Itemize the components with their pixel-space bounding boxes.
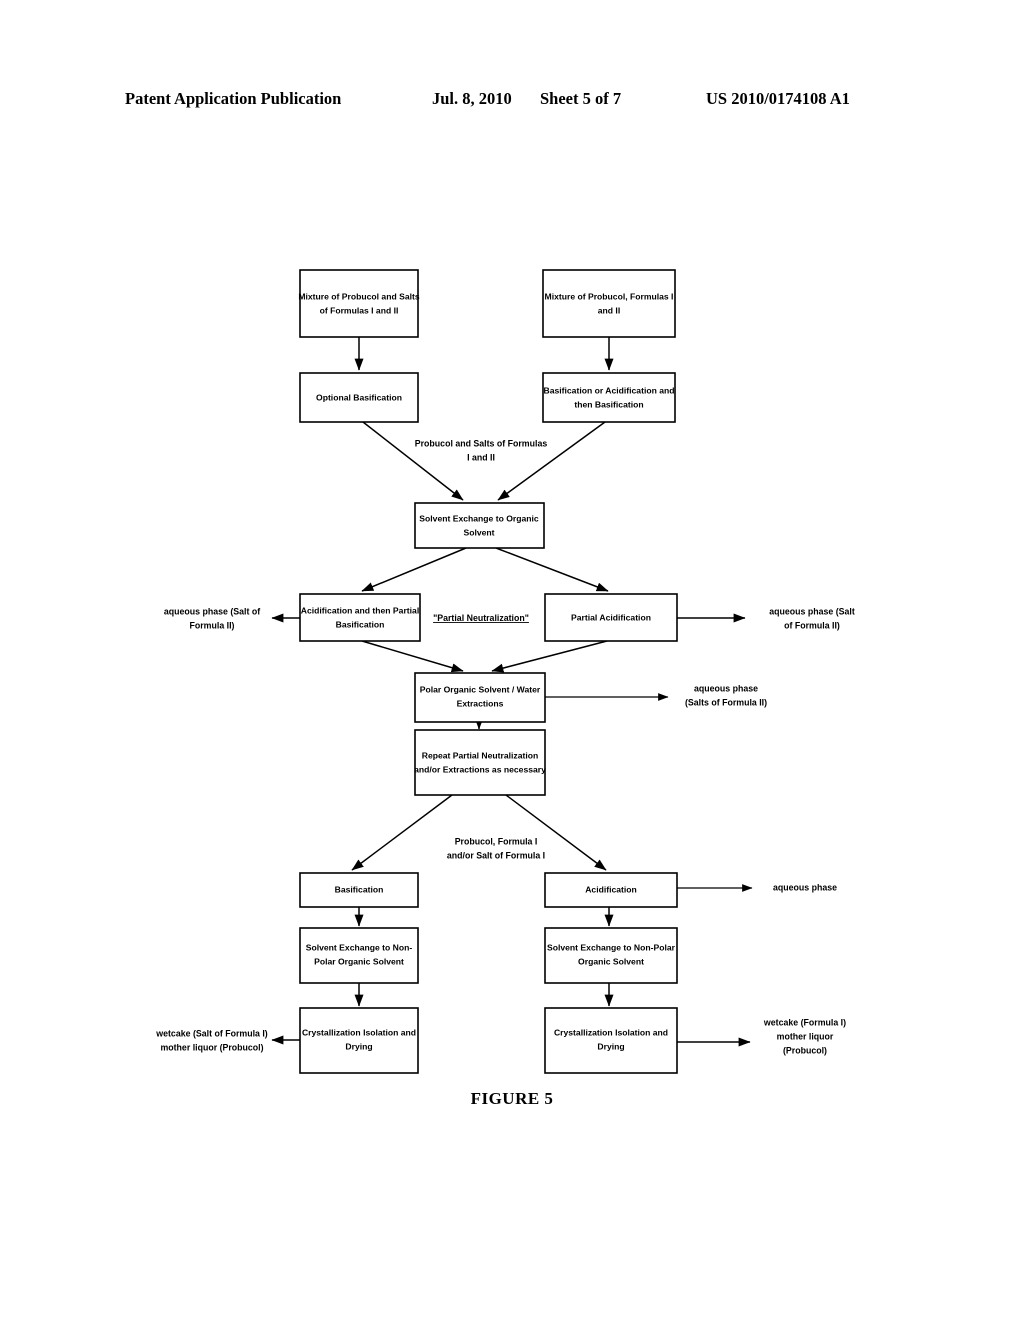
node-solvent-exchange-organic-line1: Solvent Exchange to Organic <box>419 513 539 523</box>
node-mixture-probucol-formulas-line1: Mixture of Probucol, Formulas I <box>545 291 674 301</box>
node-crystallization-left-line1: Crystallization Isolation and <box>302 1027 416 1037</box>
node-mixture-probucol-salts-line2: of Formulas I and II <box>320 305 399 315</box>
side-label-wetcake-left-line1: wetcake (Salt of Formula I) <box>155 1028 268 1038</box>
side-label-aqueous-phase-left: aqueous phase (Salt of Formula II) <box>164 606 260 630</box>
node-solvent-exchange-organic-line2: Solvent <box>463 527 494 537</box>
edge-label-probucol-formula-line1: Probucol, Formula I <box>455 836 538 846</box>
node-solvent-exchange-nonpolar-left-line1: Solvent Exchange to Non- <box>306 942 413 952</box>
side-label-wetcake-left-line2: mother liquor (Probucol) <box>160 1042 263 1052</box>
node-solvent-exchange-nonpolar-right-line2: Organic Solvent <box>578 956 644 966</box>
side-label-aqueous-right-line1: aqueous phase (Salt <box>769 606 855 616</box>
connector-partial-acidification-to-extractions <box>491 640 608 673</box>
node-crystallization-right[interactable]: Crystallization Isolation and Drying <box>544 1007 678 1074</box>
node-acidification-partial-line1: Acidification and then Partial <box>301 605 419 615</box>
node-optional-basification-label: Optional Basification <box>316 392 402 402</box>
side-label-wetcake-left: wetcake (Salt of Formula I) mother liquo… <box>155 1028 268 1052</box>
node-acidification-partial-line2: Basification <box>336 619 385 629</box>
node-extractions-line2: Extractions <box>457 698 504 708</box>
node-mixture-probucol-formulas[interactable]: Mixture of Probucol, Formulas I and II <box>542 269 676 338</box>
node-mixture-probucol-salts-line1: Mixture of Probucol and Salts <box>298 291 420 301</box>
node-solvent-exchange-nonpolar-right-line1: Solvent Exchange to Non-Polar <box>547 942 676 952</box>
edge-label-probucol-salts-line1: Probucol and Salts of Formulas <box>415 438 548 448</box>
node-crystallization-left[interactable]: Crystallization Isolation and Drying <box>299 1007 419 1074</box>
node-repeat-line2: and/or Extractions as necessary <box>414 764 546 774</box>
side-label-aqueous-phase-extractions: aqueous phase (Salts of Formula II) <box>685 683 767 707</box>
side-label-aqueous-extraction-line1: aqueous phase <box>694 683 758 693</box>
connector-basification-acidification-to-solvent-exchange <box>497 421 606 501</box>
node-mixture-probucol-salts[interactable]: Mixture of Probucol and Salts of Formula… <box>298 269 420 338</box>
side-label-wetcake-right: wetcake (Formula I) mother liquor (Probu… <box>763 1017 846 1055</box>
node-crystallization-right-line2: Drying <box>597 1041 624 1051</box>
edge-label-probucol-formula-line2: and/or Salt of Formula I <box>447 850 545 860</box>
node-repeat-line1: Repeat Partial Neutralization <box>422 750 539 760</box>
node-mixture-probucol-formulas-line2: and II <box>598 305 620 315</box>
node-partial-acidification[interactable]: Partial Acidification <box>544 593 678 642</box>
node-acidification[interactable]: Acidification <box>544 872 678 908</box>
node-extractions-line1: Polar Organic Solvent / Water <box>420 684 541 694</box>
connector-solvent-exchange-to-partial-acidification <box>495 547 609 592</box>
side-label-aqueous-left-line2: Formula II) <box>190 620 235 630</box>
edge-label-probucol-formula: Probucol, Formula I and/or Salt of Formu… <box>447 836 545 860</box>
node-polar-organic-water-extractions[interactable]: Polar Organic Solvent / Water Extraction… <box>414 672 546 723</box>
side-label-wetcake-right-line1: wetcake (Formula I) <box>763 1017 846 1027</box>
node-repeat-partial-neutralization[interactable]: Repeat Partial Neutralization and/or Ext… <box>414 729 546 796</box>
connector-acidification-partial-to-extractions <box>361 640 464 673</box>
flowchart-diagram: Mixture of Probucol and Salts of Formula… <box>155 269 855 1074</box>
edge-label-probucol-salts-formulas: Probucol and Salts of Formulas I and II <box>415 438 548 462</box>
edge-label-probucol-salts-line2: I and II <box>467 452 495 462</box>
side-label-aqueous-left-line1: aqueous phase (Salt of <box>164 606 260 616</box>
connector-repeat-to-basification <box>351 794 453 871</box>
node-basification-or-acidification-line2: then Basification <box>574 399 643 409</box>
node-crystallization-right-line1: Crystallization Isolation and <box>554 1027 668 1037</box>
node-basification[interactable]: Basification <box>299 872 419 908</box>
node-basification-or-acidification[interactable]: Basification or Acidification and then B… <box>542 372 676 423</box>
patent-page: Patent Application Publication Jul. 8, 2… <box>0 0 1024 1320</box>
node-acidification-then-partial-basification[interactable]: Acidification and then Partial Basificat… <box>299 593 421 642</box>
node-solvent-exchange-nonpolar-left[interactable]: Solvent Exchange to Non- Polar Organic S… <box>299 927 419 984</box>
edge-label-partial-neutralization: "Partial Neutralization" <box>433 613 529 623</box>
node-optional-basification[interactable]: Optional Basification <box>299 372 419 423</box>
side-label-aqueous-phase-right: aqueous phase (Salt of Formula II) <box>769 606 855 630</box>
node-basification-label: Basification <box>335 884 384 894</box>
side-label-wetcake-right-line2: mother liquor <box>777 1031 834 1041</box>
connector-optional-basification-to-solvent-exchange <box>362 421 464 501</box>
node-basification-or-acidification-line1: Basification or Acidification and <box>544 385 675 395</box>
node-solvent-exchange-nonpolar-right[interactable]: Solvent Exchange to Non-Polar Organic So… <box>544 927 678 984</box>
node-crystallization-left-line2: Drying <box>345 1041 372 1051</box>
node-solvent-exchange-organic[interactable]: Solvent Exchange to Organic Solvent <box>414 502 545 549</box>
connector-solvent-exchange-to-acidification-partial <box>361 547 467 592</box>
side-label-aqueous-extraction-line2: (Salts of Formula II) <box>685 697 767 707</box>
side-label-aqueous-right-line2: of Formula II) <box>784 620 840 630</box>
side-label-wetcake-right-line3: (Probucol) <box>783 1045 827 1055</box>
node-partial-acidification-label: Partial Acidification <box>571 612 651 622</box>
node-acidification-label: Acidification <box>585 884 637 894</box>
node-solvent-exchange-nonpolar-left-line2: Polar Organic Solvent <box>314 956 404 966</box>
figure-caption: FIGURE 5 <box>470 1089 554 1108</box>
side-label-aqueous-phase: aqueous phase <box>773 882 837 892</box>
